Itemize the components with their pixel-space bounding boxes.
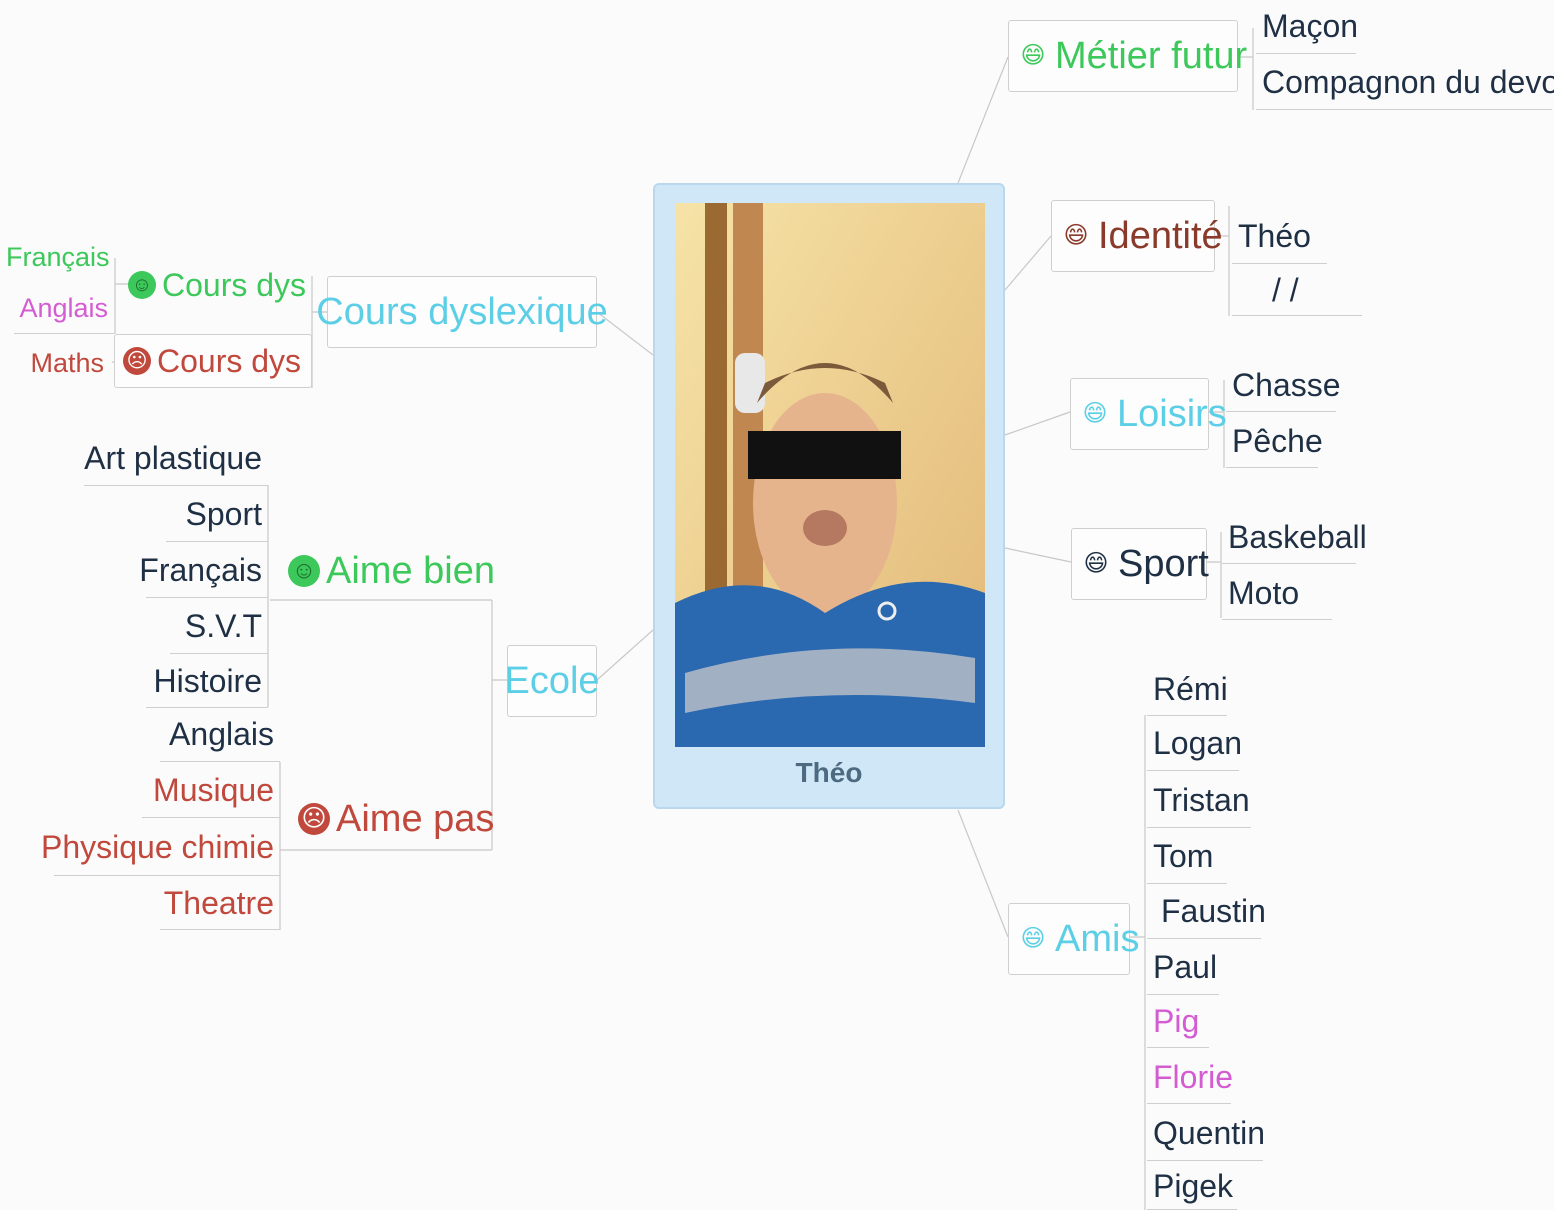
branch-metier-futur[interactable]: 😄 Métier futur (1008, 20, 1247, 92)
branch-amis[interactable]: 😄 Amis (1008, 903, 1139, 975)
leaf-compagnon[interactable]: Compagnon du devoir (1256, 56, 1554, 110)
leaf-musique[interactable]: Musique (142, 764, 280, 818)
central-topic-card[interactable]: Théo (653, 183, 1005, 809)
angry-face-icon: ☹ (123, 347, 151, 375)
branch-label: Métier futur (1055, 34, 1248, 77)
leaf-theatre[interactable]: Theatre (160, 878, 280, 930)
leaf-faustin[interactable]: Faustin (1147, 885, 1266, 939)
subbranch-cours-dys-good[interactable]: ☺ Cours dys (120, 258, 312, 312)
leaf-theo[interactable]: Théo (1232, 210, 1327, 264)
central-topic-label: Théo (795, 757, 863, 788)
leaf-moto[interactable]: Moto (1222, 568, 1332, 620)
laughing-face-icon: 😄 (1063, 222, 1089, 249)
leaf-anglais[interactable]: Anglais (160, 708, 280, 762)
branch-identite[interactable]: 😄 Identité (1051, 200, 1223, 272)
leaf-pigek[interactable]: Pigek (1147, 1164, 1237, 1210)
subbranch-cours-dys-bad[interactable]: ☹ Cours dys (114, 334, 312, 388)
leaf-paul[interactable]: Paul (1147, 941, 1219, 995)
branch-sport[interactable]: 😄 Sport (1071, 528, 1209, 600)
branch-loisirs[interactable]: 😄 Loisirs (1070, 378, 1227, 450)
branch-label: Loisirs (1117, 392, 1227, 435)
leaf-tristan[interactable]: Tristan (1147, 774, 1251, 828)
angry-face-icon: ☹ (298, 803, 330, 835)
branch-label: Sport (1118, 542, 1209, 585)
leaf-sport[interactable]: Sport (166, 488, 268, 542)
leaf-baskeball[interactable]: Baskeball (1222, 512, 1367, 564)
smiling-face-icon: ☺ (128, 271, 156, 299)
leaf-francais[interactable]: Français (139, 544, 268, 598)
leaf-histoire[interactable]: Histoire (146, 656, 268, 708)
leaf-cours-anglais[interactable]: Anglais (14, 284, 114, 334)
branch-label: Identité (1098, 214, 1223, 257)
leaf-florie[interactable]: Florie (1147, 1052, 1233, 1104)
laughing-face-icon: 😄 (1082, 400, 1108, 427)
branch-ecole[interactable]: Ecole (504, 645, 600, 717)
laughing-face-icon: 😄 (1083, 550, 1109, 577)
branch-label: Ecole (504, 659, 600, 702)
subbranch-aime-bien[interactable]: ☺ Aime bien (280, 540, 495, 602)
smiling-face-icon: ☺ (288, 555, 320, 587)
leaf-logan[interactable]: Logan (1147, 717, 1242, 771)
leaf-macon[interactable]: Maçon (1256, 0, 1358, 54)
branch-label: Amis (1055, 917, 1140, 960)
leaf-birthdate[interactable]: / / (1232, 266, 1362, 316)
leaf-tom[interactable]: Tom (1147, 830, 1227, 884)
leaf-cours-francais[interactable]: Français (0, 234, 112, 280)
leaf-remi[interactable]: Rémi (1147, 664, 1228, 716)
branch-cours-dyslexique[interactable]: Cours dyslexique (316, 276, 608, 348)
laughing-face-icon: 😄 (1020, 42, 1046, 69)
leaf-svt[interactable]: S.V.T (170, 600, 268, 654)
leaf-physique-chimie[interactable]: Physique chimie (41, 820, 280, 876)
leaf-pig[interactable]: Pig (1147, 996, 1209, 1048)
branch-label: Cours dyslexique (316, 290, 608, 333)
subbranch-aime-pas[interactable]: ☹ Aime pas (290, 788, 494, 850)
leaf-art-plastique[interactable]: Art plastique (84, 432, 268, 486)
profile-photo (675, 203, 985, 747)
laughing-face-icon: 😄 (1020, 925, 1046, 952)
leaf-peche[interactable]: Pêche (1226, 416, 1323, 468)
leaf-quentin[interactable]: Quentin (1147, 1107, 1265, 1161)
leaf-chasse[interactable]: Chasse (1226, 360, 1341, 412)
leaf-cours-maths[interactable]: Maths (18, 340, 110, 386)
